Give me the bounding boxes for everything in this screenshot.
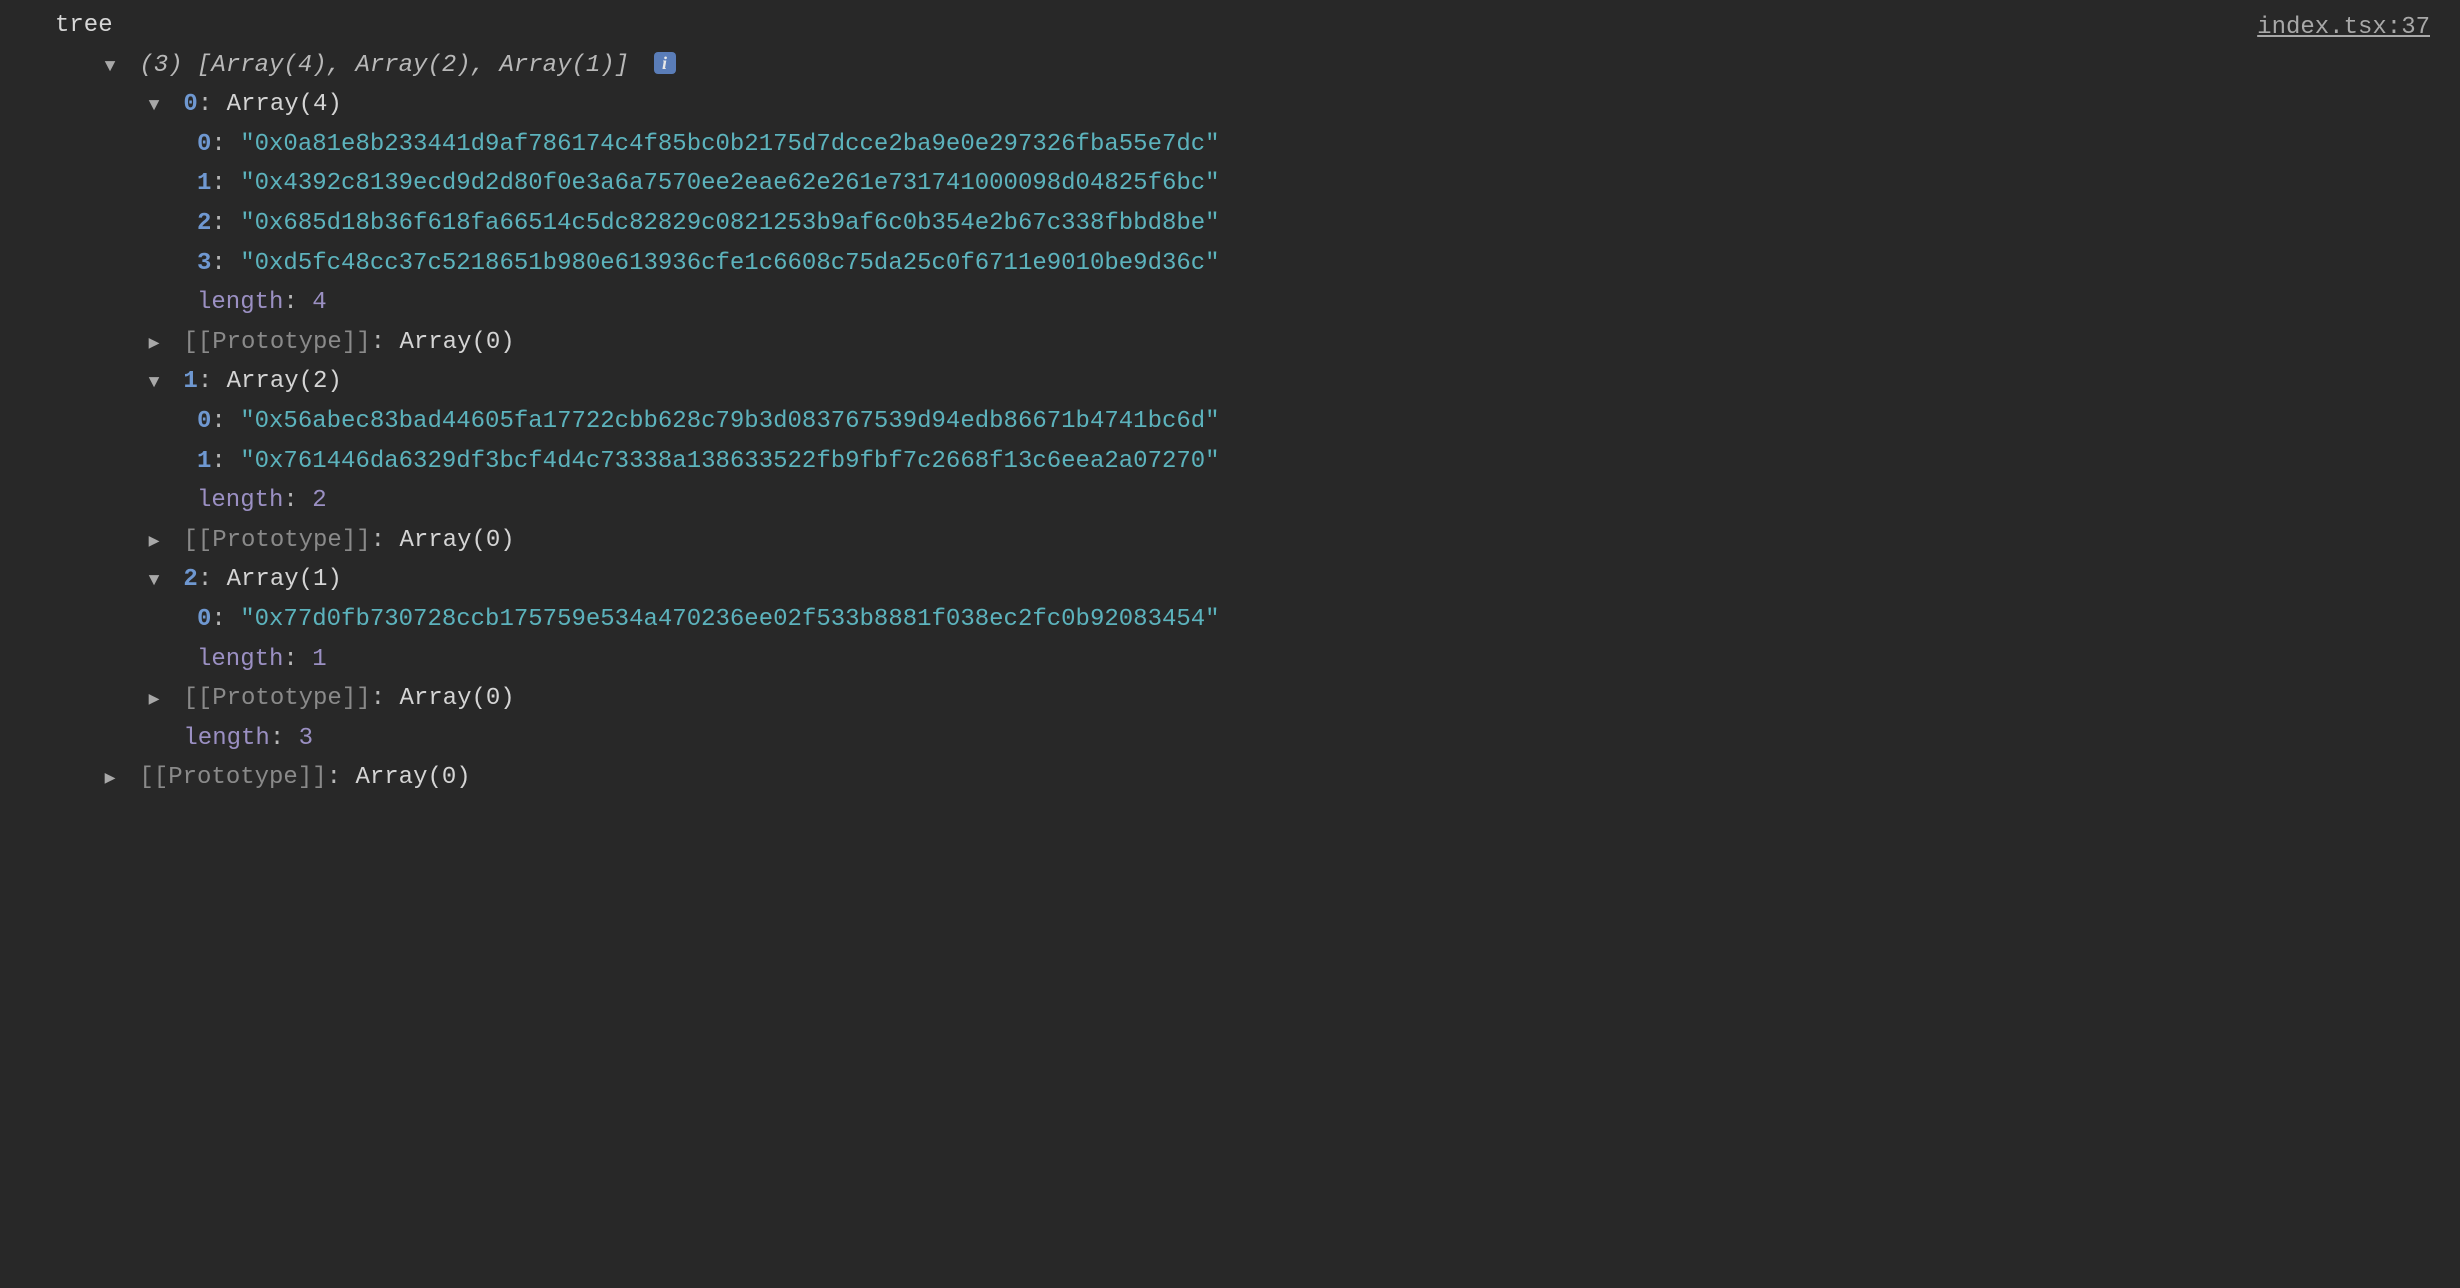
disclosure-triangle-down-icon[interactable]: ▼ — [99, 53, 121, 83]
array-item-row: 0: "0x56abec83bad44605fa17722cbb628c79b3… — [55, 402, 2430, 442]
item-index: 0 — [197, 408, 211, 435]
disclosure-triangle-right-icon[interactable]: ▶ — [99, 765, 121, 795]
object-summary-row[interactable]: ▼ (3) [Array(4), Array(2), Array(1)] i — [55, 46, 2430, 86]
disclosure-triangle-down-icon[interactable]: ▼ — [143, 369, 165, 399]
length-value: 4 — [312, 289, 326, 316]
prototype-value: Array(0) — [355, 764, 470, 791]
item-index: 1 — [197, 448, 211, 475]
item-value: "0xd5fc48cc37c5218651b980e613936cfe1c660… — [240, 250, 1219, 277]
item-value: "0x0a81e8b233441d9af786174c4f85bc0b2175d… — [240, 131, 1219, 158]
array-index: 0 — [183, 91, 197, 118]
array-type: Array(2) — [227, 368, 342, 395]
length-row: length: 1 — [55, 640, 2430, 680]
disclosure-triangle-right-icon[interactable]: ▶ — [143, 686, 165, 716]
prototype-key: [[Prototype]] — [183, 685, 370, 712]
disclosure-triangle-right-icon[interactable]: ▶ — [143, 528, 165, 558]
prototype-row[interactable]: ▶ [[Prototype]]: Array(0) — [55, 758, 2430, 798]
object-summary: (3) [Array(4), Array(2), Array(1)] — [139, 52, 629, 79]
prototype-key: [[Prototype]] — [139, 764, 326, 791]
array-item-row: 1: "0x4392c8139ecd9d2d80f0e3a6a7570ee2ea… — [55, 164, 2430, 204]
prototype-key: [[Prototype]] — [183, 527, 370, 554]
array-header-row[interactable]: ▼ 1: Array(2) — [55, 362, 2430, 402]
item-index: 3 — [197, 250, 211, 277]
array-header-row[interactable]: ▼ 0: Array(4) — [55, 85, 2430, 125]
prototype-value: Array(0) — [399, 685, 514, 712]
array-header-row[interactable]: ▼ 2: Array(1) — [55, 560, 2430, 600]
prototype-row[interactable]: ▶ [[Prototype]]: Array(0) — [55, 323, 2430, 363]
item-index: 1 — [197, 170, 211, 197]
disclosure-triangle-down-icon[interactable]: ▼ — [143, 92, 165, 122]
length-key: length — [197, 646, 283, 673]
prototype-row[interactable]: ▶ [[Prototype]]: Array(0) — [55, 521, 2430, 561]
length-value: 1 — [312, 646, 326, 673]
item-index: 0 — [197, 131, 211, 158]
length-value: 3 — [299, 725, 313, 752]
info-icon[interactable]: i — [654, 52, 676, 74]
item-index: 0 — [197, 606, 211, 633]
length-key: length — [197, 487, 283, 514]
length-value: 2 — [312, 487, 326, 514]
prototype-value: Array(0) — [399, 329, 514, 356]
array-item-row: 2: "0x685d18b36f618fa66514c5dc82829c0821… — [55, 204, 2430, 244]
array-item-row: 1: "0x761446da6329df3bcf4d4c73338a138633… — [55, 442, 2430, 482]
array-type: Array(1) — [227, 566, 342, 593]
array-type: Array(4) — [227, 91, 342, 118]
length-key: length — [183, 725, 269, 752]
array-item-row: 0: "0x0a81e8b233441d9af786174c4f85bc0b21… — [55, 125, 2430, 165]
length-key: length — [197, 289, 283, 316]
item-index: 2 — [197, 210, 211, 237]
disclosure-triangle-down-icon[interactable]: ▼ — [143, 567, 165, 597]
length-row: length: 4 — [55, 283, 2430, 323]
log-label-row: tree — [55, 6, 2430, 46]
prototype-row[interactable]: ▶ [[Prototype]]: Array(0) — [55, 679, 2430, 719]
item-value: "0x685d18b36f618fa66514c5dc82829c0821253… — [240, 210, 1219, 237]
prototype-key: [[Prototype]] — [183, 329, 370, 356]
array-item-row: 3: "0xd5fc48cc37c5218651b980e613936cfe1c… — [55, 244, 2430, 284]
console-log-entry: index.tsx:37 tree ▼ (3) [Array(4), Array… — [0, 6, 2460, 798]
console-label: tree — [55, 12, 113, 39]
disclosure-triangle-right-icon[interactable]: ▶ — [143, 330, 165, 360]
array-item-row: 0: "0x77d0fb730728ccb175759e534a470236ee… — [55, 600, 2430, 640]
item-value: "0x761446da6329df3bcf4d4c73338a138633522… — [240, 448, 1219, 475]
array-index: 2 — [183, 566, 197, 593]
item-value: "0x77d0fb730728ccb175759e534a470236ee02f… — [240, 606, 1219, 633]
array-index: 1 — [183, 368, 197, 395]
prototype-value: Array(0) — [399, 527, 514, 554]
item-value: "0x56abec83bad44605fa17722cbb628c79b3d08… — [240, 408, 1219, 435]
item-value: "0x4392c8139ecd9d2d80f0e3a6a7570ee2eae62… — [240, 170, 1219, 197]
source-link[interactable]: index.tsx:37 — [2257, 8, 2430, 48]
length-row: length: 2 — [55, 481, 2430, 521]
length-row: length: 3 — [55, 719, 2430, 759]
